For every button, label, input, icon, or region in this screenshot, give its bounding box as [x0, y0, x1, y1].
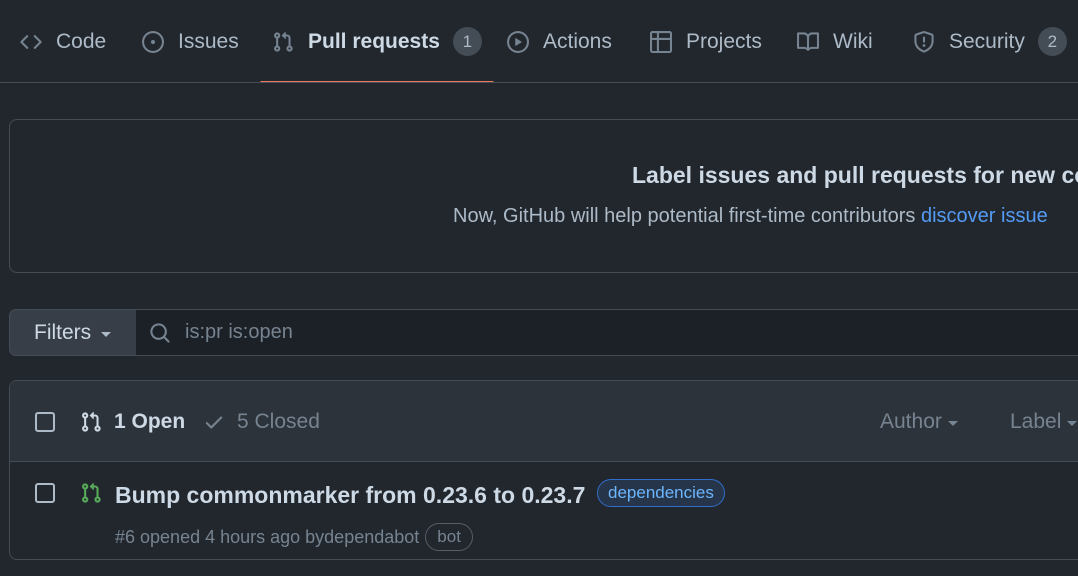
banner-description: Now, GitHub will help potential first-ti…	[453, 205, 921, 227]
play-icon	[507, 30, 529, 53]
caret-down-icon	[1067, 421, 1078, 426]
tab-label: Pull requests	[308, 29, 440, 53]
bot-badge: bot	[425, 523, 473, 551]
search-input[interactable]	[185, 321, 785, 344]
shield-icon	[913, 30, 935, 53]
check-icon	[203, 411, 225, 433]
tab-security[interactable]: Security 2	[913, 0, 1067, 82]
author-dropdown-label: Author	[880, 410, 942, 433]
code-icon	[20, 31, 42, 53]
tab-issues[interactable]: Issues	[142, 0, 239, 82]
label-issues-banner: Label issues and pull requests for new c…	[9, 119, 1078, 273]
discover-issues-link[interactable]: discover issue	[921, 205, 1048, 227]
tab-label: Issues	[178, 29, 239, 53]
pull-request-list: 1 Open 5 Closed Author Label Bump common…	[9, 380, 1078, 560]
open-filter-link[interactable]: 1 Open	[80, 410, 185, 434]
pull-request-meta: #6 opened 4 hours ago by dependabot bot	[115, 523, 473, 551]
closed-filter-link[interactable]: 5 Closed	[203, 410, 320, 434]
tab-label: Actions	[543, 29, 612, 53]
table-icon	[650, 30, 672, 53]
select-all-checkbox[interactable]	[35, 412, 55, 432]
git-pull-request-icon	[80, 411, 102, 433]
search-icon	[149, 322, 171, 344]
author-dropdown[interactable]: Author	[880, 410, 958, 434]
git-pull-request-icon	[272, 31, 294, 53]
tab-pull-requests[interactable]: Pull requests 1	[260, 0, 494, 82]
label-dropdown[interactable]: Label	[1010, 410, 1078, 434]
banner-title: Label issues and pull requests for new c…	[632, 162, 1078, 188]
open-count-label: 1 Open	[114, 410, 186, 433]
list-header: 1 Open 5 Closed Author Label	[10, 381, 1078, 462]
tab-projects[interactable]: Projects	[650, 0, 762, 82]
label-dropdown-label: Label	[1010, 410, 1062, 433]
tab-code[interactable]: Code	[20, 0, 107, 82]
row-checkbox[interactable]	[35, 483, 55, 503]
pull-requests-count-badge: 1	[452, 27, 482, 56]
book-icon	[797, 31, 819, 53]
banner-text: Now, GitHub will help potential first-ti…	[453, 205, 1048, 228]
tab-label: Wiki	[833, 29, 873, 53]
tab-label: Projects	[686, 29, 762, 53]
tab-label: Security	[949, 29, 1025, 53]
filters-button[interactable]: Filters	[9, 309, 137, 356]
tab-wiki[interactable]: Wiki	[797, 0, 873, 82]
author-link[interactable]: dependabot	[324, 527, 419, 548]
closed-count-label: 5 Closed	[237, 410, 320, 433]
pull-request-opened-text: #6 opened 4 hours ago by	[115, 526, 325, 547]
git-pull-request-open-icon	[80, 482, 102, 504]
tab-label: Code	[56, 29, 107, 53]
caret-down-icon	[947, 421, 958, 426]
search-box	[136, 309, 1078, 356]
repo-tab-nav: Code Issues Pull requests 1 Actions Proj…	[0, 0, 1078, 83]
pull-request-title-link[interactable]: Bump commonmarker from 0.23.6 to 0.23.7	[115, 482, 585, 509]
dependencies-label[interactable]: dependencies	[597, 479, 725, 507]
filters-label: Filters	[34, 320, 92, 344]
security-count-badge: 2	[1037, 27, 1067, 56]
caret-down-icon	[101, 331, 112, 337]
tab-actions[interactable]: Actions	[507, 0, 612, 82]
issue-opened-icon	[142, 30, 164, 53]
